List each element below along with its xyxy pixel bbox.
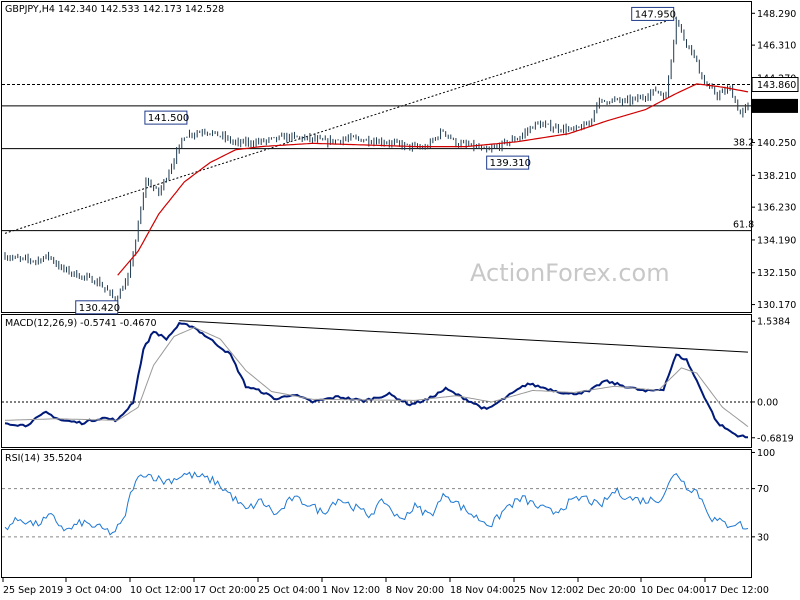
- price-tick-7: 134.190: [757, 235, 796, 246]
- macd-tick-0: 1.5384: [757, 317, 790, 328]
- price-tick-0: 148.290: [757, 9, 796, 20]
- price-tick-9: 130.170: [757, 300, 796, 311]
- x-tick-0: 25 Sep 2019: [3, 585, 63, 596]
- x-tick-10: 10 Dec 04:00: [641, 585, 705, 596]
- macd-panel-frame: [1, 314, 752, 448]
- price-tick-1: 146.310: [757, 41, 796, 52]
- price-label-0: 147.950: [635, 9, 676, 20]
- rsi-tick-2: 30: [757, 532, 769, 543]
- x-tick-6: 8 Nov 20:00: [386, 585, 444, 596]
- rsi-tick-1: 70: [757, 484, 769, 495]
- x-tick-2: 10 Oct 12:00: [130, 585, 192, 596]
- symbol-header: GBPJPY,H4 142.340 142.533 142.173 142.52…: [5, 4, 224, 15]
- x-tick-11: 17 Dec 12:00: [705, 585, 769, 596]
- rsi-panel-frame: [1, 449, 752, 578]
- chart-window: ActionForex.com 147.950 141.500 139.310 130…: [0, 0, 800, 600]
- price-label-2: 139.310: [490, 158, 531, 169]
- watermark: ActionForex.com: [470, 259, 670, 287]
- price-tick-8: 132.150: [757, 268, 796, 279]
- price-label-1: 141.500: [148, 113, 189, 124]
- price-tick-4: 140.250: [757, 138, 796, 149]
- macd-tick-1: 0.00: [757, 397, 778, 408]
- rsi-tick-0: 100: [757, 448, 775, 459]
- price-label-3: 130.420: [79, 303, 120, 314]
- macd-header: MACD(12,26,9) -0.5741 -0.4670: [5, 318, 157, 329]
- price-tick-6: 136.230: [757, 203, 796, 214]
- price-tick-5: 138.210: [757, 171, 796, 182]
- fib-label-38-2: 38.2: [733, 138, 754, 149]
- rsi-header: RSI(14) 35.5204: [5, 453, 82, 464]
- price-tick-3: 142.528: [757, 101, 796, 112]
- hline-label-0: 143.860: [757, 80, 796, 91]
- x-tick-7: 18 Nov 04:00: [450, 585, 514, 596]
- x-tick-3: 17 Oct 20:00: [194, 585, 256, 596]
- x-tick-8: 25 Nov 12:00: [514, 585, 578, 596]
- x-tick-1: 3 Oct 04:00: [66, 585, 122, 596]
- macd-tick-2: -0.6819: [757, 433, 794, 444]
- fib-label-61-8: 61.8: [733, 220, 754, 231]
- x-tick-9: 2 Dec 20:00: [578, 585, 636, 596]
- chart-svg: ActionForex.com 147.950 141.500 139.310 130…: [1, 1, 799, 596]
- x-tick-5: 1 Nov 12:00: [322, 585, 380, 596]
- x-tick-4: 25 Oct 04:00: [258, 585, 320, 596]
